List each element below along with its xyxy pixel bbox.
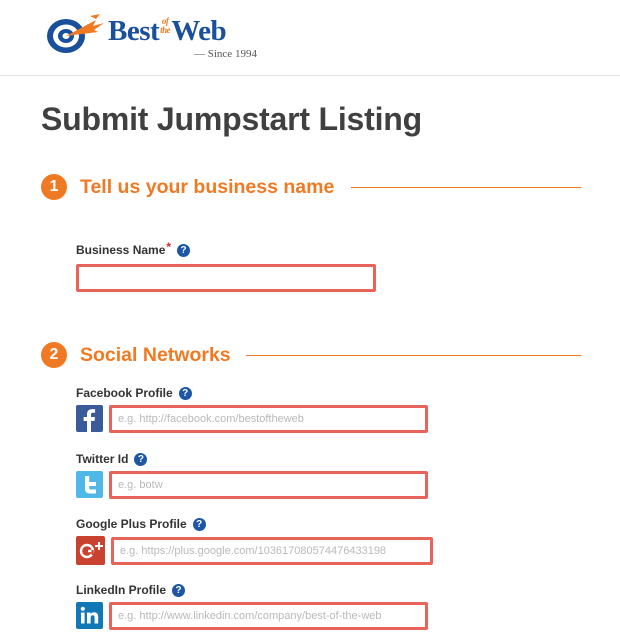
section-divider bbox=[351, 187, 581, 188]
section-business-name-header: 1 Tell us your business name bbox=[41, 174, 581, 202]
linkedin-profile-label-text: LinkedIn Profile bbox=[76, 583, 167, 597]
google-plus-profile-label: Google Plus Profile? bbox=[76, 517, 206, 531]
section-title: Tell us your business name bbox=[80, 176, 335, 198]
twitter-id-input[interactable] bbox=[109, 471, 428, 499]
business-name-label-text: Business Name bbox=[76, 243, 166, 257]
logo-of-the: of the bbox=[160, 15, 171, 35]
section-title: Social Networks bbox=[80, 344, 231, 366]
target-arrow-icon bbox=[47, 14, 104, 53]
help-icon[interactable]: ? bbox=[177, 244, 191, 257]
best-of-the-web-logo[interactable]: Best of the Web — Since 1994 bbox=[44, 6, 284, 62]
site-header: Best of the Web — Since 1994 bbox=[0, 0, 620, 76]
twitter-id-label: Twitter Id? bbox=[76, 452, 148, 466]
linkedin-profile-label: LinkedIn Profile? bbox=[76, 583, 186, 597]
page-title: Submit Jumpstart Listing bbox=[41, 101, 422, 137]
logo-word-web: Web bbox=[171, 15, 227, 47]
facebook-profile-label: Facebook Profile? bbox=[76, 386, 192, 400]
logo-since-tagline: — Since 1994 bbox=[194, 48, 257, 60]
business-name-label: Business Name*? bbox=[76, 240, 191, 257]
logo-word-the: the bbox=[160, 25, 171, 35]
section-social-networks-header: 2 Social Networks bbox=[41, 342, 581, 370]
google-plus-profile-input[interactable] bbox=[111, 537, 433, 565]
help-icon[interactable]: ? bbox=[172, 584, 186, 597]
help-icon[interactable]: ? bbox=[134, 453, 148, 466]
help-icon[interactable]: ? bbox=[192, 518, 206, 531]
help-icon[interactable]: ? bbox=[178, 387, 192, 400]
google-plus-icon bbox=[76, 536, 105, 565]
step-number-badge: 2 bbox=[41, 342, 67, 368]
required-asterisk: * bbox=[166, 240, 172, 254]
facebook-profile-label-text: Facebook Profile bbox=[76, 386, 173, 400]
linkedin-profile-input[interactable] bbox=[109, 602, 428, 630]
twitter-icon bbox=[76, 471, 103, 498]
logo-word-best: Best bbox=[108, 15, 160, 47]
section-divider bbox=[246, 355, 581, 356]
step-number-badge: 1 bbox=[41, 174, 67, 200]
twitter-id-label-text: Twitter Id bbox=[76, 452, 129, 466]
business-name-input[interactable] bbox=[76, 264, 376, 292]
facebook-profile-input[interactable] bbox=[109, 405, 428, 433]
facebook-icon bbox=[76, 405, 103, 432]
logo-wordmark: Best of the Web bbox=[108, 15, 227, 49]
google-plus-profile-label-text: Google Plus Profile bbox=[76, 517, 187, 531]
linkedin-icon bbox=[76, 602, 103, 629]
